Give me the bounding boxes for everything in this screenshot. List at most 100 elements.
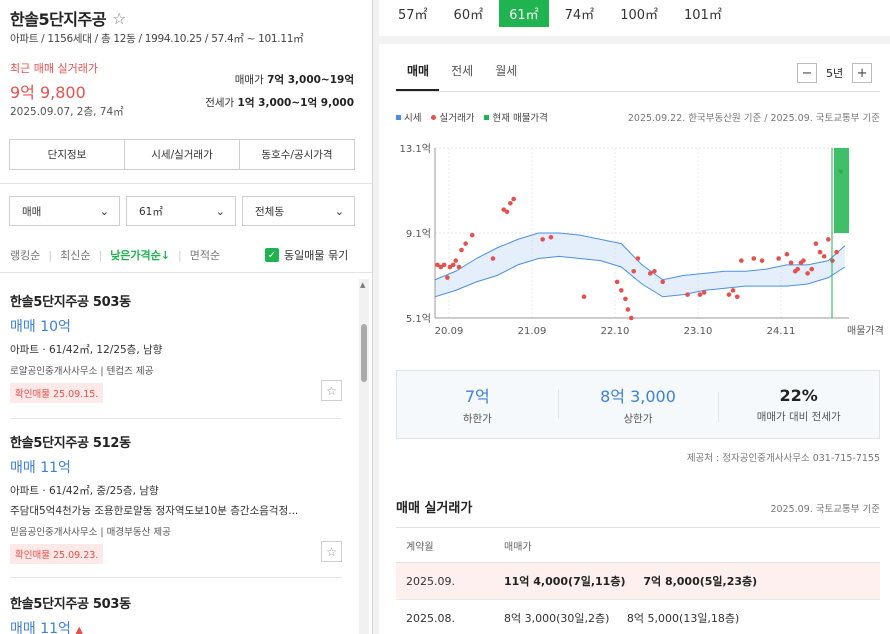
deals-source: 2025.09. 국토교통부 기준 <box>770 504 880 515</box>
favorite-star-icon[interactable]: ☆ <box>112 9 126 28</box>
x-tick-label: 20.09 <box>435 326 464 337</box>
actual-deal-point <box>490 256 496 261</box>
actual-deal-point <box>635 256 641 261</box>
actual-deal-point <box>459 247 464 253</box>
actual-deal-point <box>619 288 624 293</box>
period-value: 5년 <box>826 67 844 80</box>
listing-item[interactable]: 한솔5단지주공 512동 매매 11억 아파트 · 61/42㎡, 중/25층,… <box>10 432 342 564</box>
group-same-listings-toggle[interactable]: ✓ 동일매물 묶기 <box>265 247 348 263</box>
deal-type-value: 매매 <box>22 205 42 218</box>
recent-price: 9억 9,800 <box>10 83 86 102</box>
actual-deal-point <box>623 296 628 302</box>
listing-name: 한솔5단지주공 503동 <box>10 597 131 612</box>
dong-select[interactable]: 전체동 ⌄ <box>242 196 355 226</box>
area-tab-100[interactable]: 100㎡ <box>610 0 668 27</box>
table-header: 계약월 매매가 <box>396 527 880 563</box>
actual-deal-point <box>739 258 744 263</box>
tab-sale[interactable]: 매매 <box>407 62 429 79</box>
deal-type-select[interactable]: 매매 ⌄ <box>9 196 120 226</box>
area-tab-61[interactable]: 61㎡ <box>499 0 549 27</box>
complex-info-button[interactable]: 단지정보 <box>10 140 125 169</box>
actual-deal-point <box>730 288 736 293</box>
listing-item[interactable]: 한솔5단지주공 503동 매매 11억 ▲ <box>10 593 342 634</box>
actual-deal-point <box>759 258 765 263</box>
summary-high: 8억 3,000 상한가 <box>557 383 719 426</box>
sale-range-value: 7억 3,000~19억 <box>267 74 354 86</box>
low-price: 7억 <box>464 387 490 406</box>
legend-item-actual: 실거래가 <box>431 110 474 124</box>
actual-deal-point <box>614 279 620 285</box>
actual-deal-point <box>726 292 732 297</box>
sort-area[interactable]: 면적순 <box>190 247 220 263</box>
deal-prices: 8억 3,000(30일,2층) 8억 5,000(13일,18층) <box>504 610 880 626</box>
scrollbar-thumb[interactable] <box>361 324 367 382</box>
unit-price-button[interactable]: 동호수/공시가격 <box>240 140 354 169</box>
jeonse-range-label: 전세가 <box>205 97 235 109</box>
provider-info: 제공처 : 정자공인중개사사무소 031-715-7155 <box>686 453 880 464</box>
area-select[interactable]: 61㎡ ⌄ <box>126 196 236 226</box>
dong-value: 전체동 <box>255 205 284 218</box>
actual-deal-point <box>701 290 707 295</box>
period-plus-button[interactable]: + <box>852 63 873 83</box>
divider <box>10 577 342 578</box>
actual-deal-point <box>809 266 815 272</box>
tab-jeonse[interactable]: 전세 <box>451 62 473 79</box>
actual-deal-point <box>784 251 790 257</box>
header-price: 매매가 <box>504 541 532 553</box>
group-same-listings-label: 동일매물 묶기 <box>284 249 349 262</box>
legend-dot-icon <box>431 114 437 120</box>
area-tab-60[interactable]: 60㎡ <box>444 0 494 27</box>
area-tab-74[interactable]: 74㎡ <box>555 0 605 27</box>
listing-name: 한솔5단지주공 512동 <box>10 436 131 451</box>
verified-badge: 확인매물 25.09.15. <box>10 383 104 403</box>
actual-deal-point <box>469 232 475 238</box>
actual-deal-point <box>660 279 665 285</box>
price-chart: 13.1억 9.1억 5.1억 20.09 21.09 22.10 23.10 24.11 매물… <box>400 143 884 337</box>
actual-deal-point <box>625 307 631 312</box>
favorite-star-icon[interactable]: ☆ <box>321 541 342 562</box>
price-summary: 7억 하한가 8억 3,000 상한가 22% 매매가 대비 전세가 <box>396 370 880 439</box>
sort-low-price[interactable]: 낮은가격순↓ <box>110 247 170 263</box>
legend-label: 현재 매물가격 <box>492 113 548 124</box>
listing-description: 주담대5억4천가능 조용한로얄동 정자역도보10분 층간소음걱정... <box>10 505 299 517</box>
listing-item[interactable]: 한솔5단지주공 503동 매매 10억 아파트 · 61/42㎡, 12/25층… <box>10 291 342 403</box>
verified-badge: 확인매물 25.09.23. <box>10 544 104 564</box>
complex-title-row: 한솔5단지주공 ☆ <box>10 6 126 30</box>
complex-info: 아파트 / 1156세대 / 총 12동 / 1994.10.25 / 57.4… <box>10 33 304 45</box>
y-tick-label: 9.1억 <box>406 228 431 240</box>
deal-price: 7억 8,000(5일,23층) <box>643 575 758 588</box>
checkbox-checked-icon[interactable]: ✓ <box>265 248 279 262</box>
actual-deal-point <box>445 275 450 280</box>
sale-price-range: 매매가 7억 3,000~19억 <box>235 72 354 87</box>
sort-divider: | <box>48 248 53 262</box>
deal-price: 11억 4,000(7일,11층) <box>504 575 626 588</box>
actual-deal-point <box>456 264 462 270</box>
listing-agent: 로얄공인중개사사무소 | 텐컵즈 제공 <box>10 366 154 377</box>
scroll-up-icon[interactable]: ▲ <box>360 281 365 289</box>
chevron-down-icon: ⌄ <box>99 204 109 218</box>
y-tick-label: 5.1억 <box>406 313 431 325</box>
tab-monthly-rent[interactable]: 월세 <box>495 62 517 79</box>
actual-deal-point <box>751 256 757 261</box>
area-tab-57[interactable]: 57㎡ <box>388 0 438 27</box>
listing-agent: 믿음공인중개사사무소 | 매경부동산 제공 <box>10 527 171 538</box>
sort-ranking[interactable]: 랭킹순 <box>10 247 40 263</box>
x-tick-label: 매물가격 <box>847 324 884 337</box>
actual-deal-point <box>734 294 740 300</box>
complex-detail-panel: 한솔5단지주공 ☆ 아파트 / 1156세대 / 총 12동 / 1994.10… <box>0 0 373 634</box>
legend-label: 실거래가 <box>439 113 475 124</box>
area-tab-101[interactable]: 101㎡ <box>674 0 732 27</box>
price-history-button[interactable]: 시세/실거래가 <box>125 140 240 169</box>
listing-price-range-bar <box>834 148 849 233</box>
actual-deal-point <box>581 294 587 300</box>
legend-item-listing: 현재 매물가격 <box>484 110 548 124</box>
price-info-panel: 57㎡ 60㎡ 61㎡ 74㎡ 100㎡ 101㎡ 매매 전세 월세 − 5년 … <box>379 0 890 634</box>
sort-latest[interactable]: 최신순 <box>60 247 90 263</box>
listing-scrollbar[interactable]: ▲ <box>359 279 369 634</box>
favorite-star-icon[interactable]: ☆ <box>321 380 342 401</box>
recent-price-label: 최근 매매 실거래가 <box>10 62 98 75</box>
listing-price: 매매 10억 <box>10 319 71 335</box>
period-minus-button[interactable]: − <box>797 63 817 83</box>
divider <box>10 418 342 419</box>
price-up-icon: ▲ <box>75 625 84 634</box>
